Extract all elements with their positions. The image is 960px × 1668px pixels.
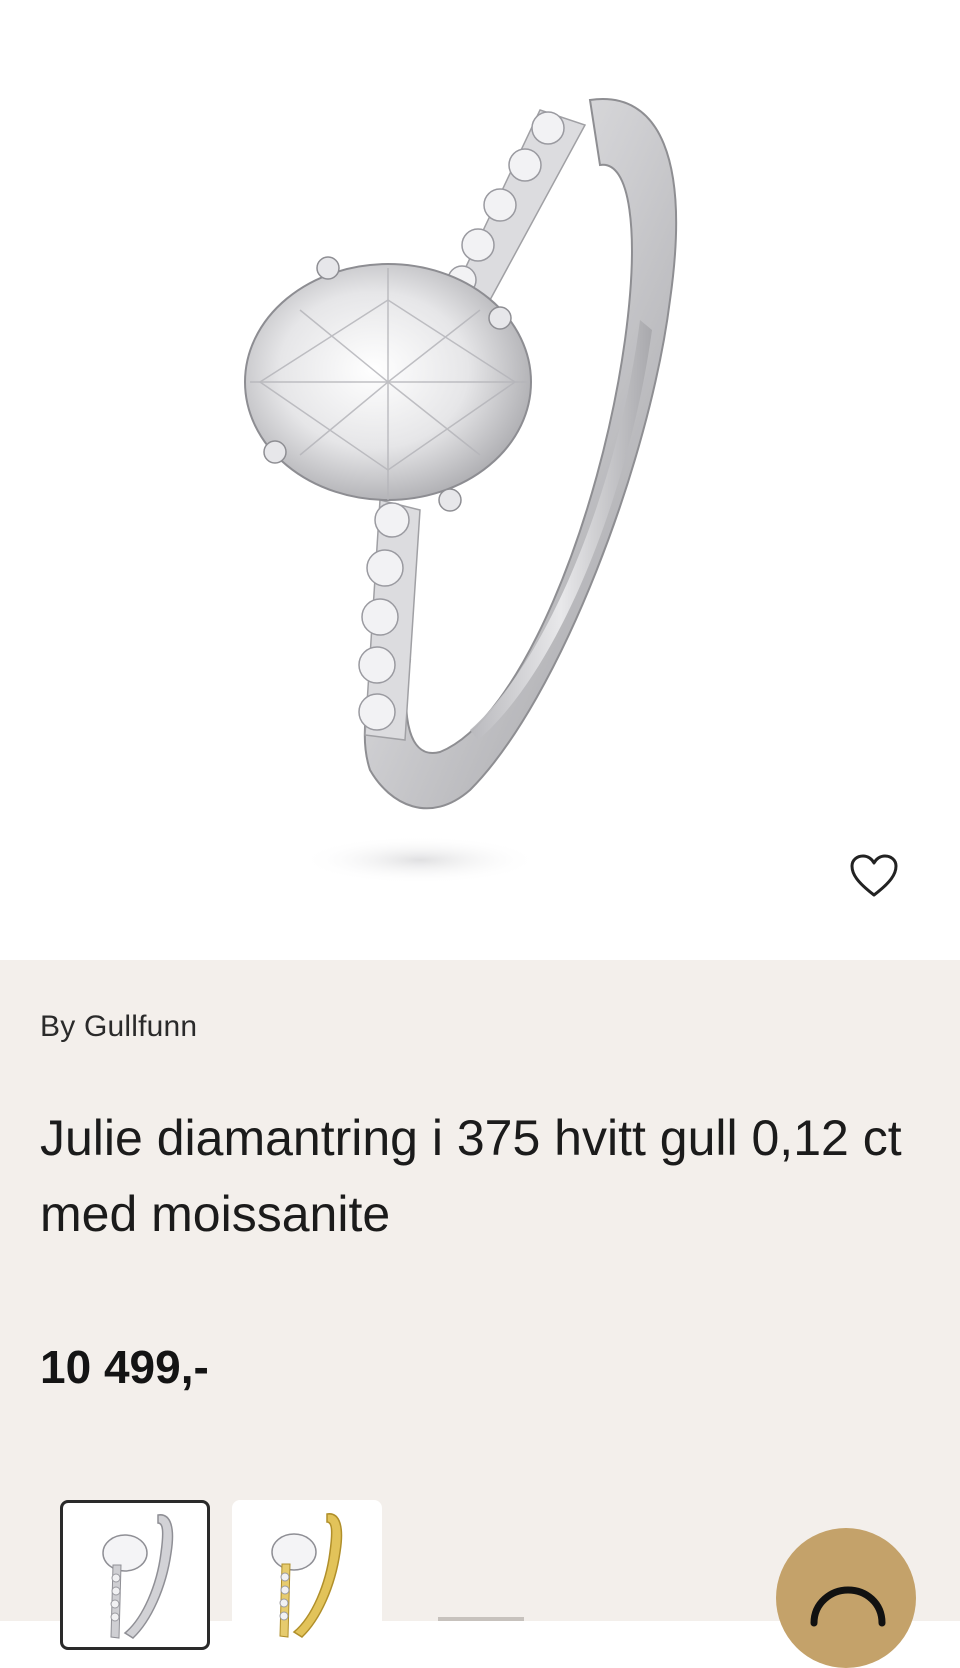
brand-link[interactable]: By Gullfunn <box>40 1010 197 1044</box>
product-image-gallery[interactable] <box>0 0 960 960</box>
carousel-indicator <box>438 1617 524 1621</box>
variant-white-gold-thumbnail[interactable] <box>60 1500 210 1650</box>
heart-outline-icon <box>850 854 898 897</box>
variant-selector <box>60 1500 382 1650</box>
chat-bubble-icon <box>810 1586 886 1627</box>
wishlist-button[interactable] <box>848 852 900 900</box>
ring-thumbnail-image <box>102 1514 174 1639</box>
product-image <box>244 98 677 884</box>
product-title: Julie diamantring i 375 hvitt gull 0,12 … <box>40 1110 902 1242</box>
ring-thumbnail-image <box>271 1513 343 1638</box>
product-price: 10 499,- <box>40 1341 209 1393</box>
product-info-panel: By Gullfunn Julie diamantring i 375 hvit… <box>0 960 960 1668</box>
chat-button[interactable] <box>776 1528 916 1668</box>
variant-yellow-gold-thumbnail[interactable] <box>232 1500 382 1650</box>
